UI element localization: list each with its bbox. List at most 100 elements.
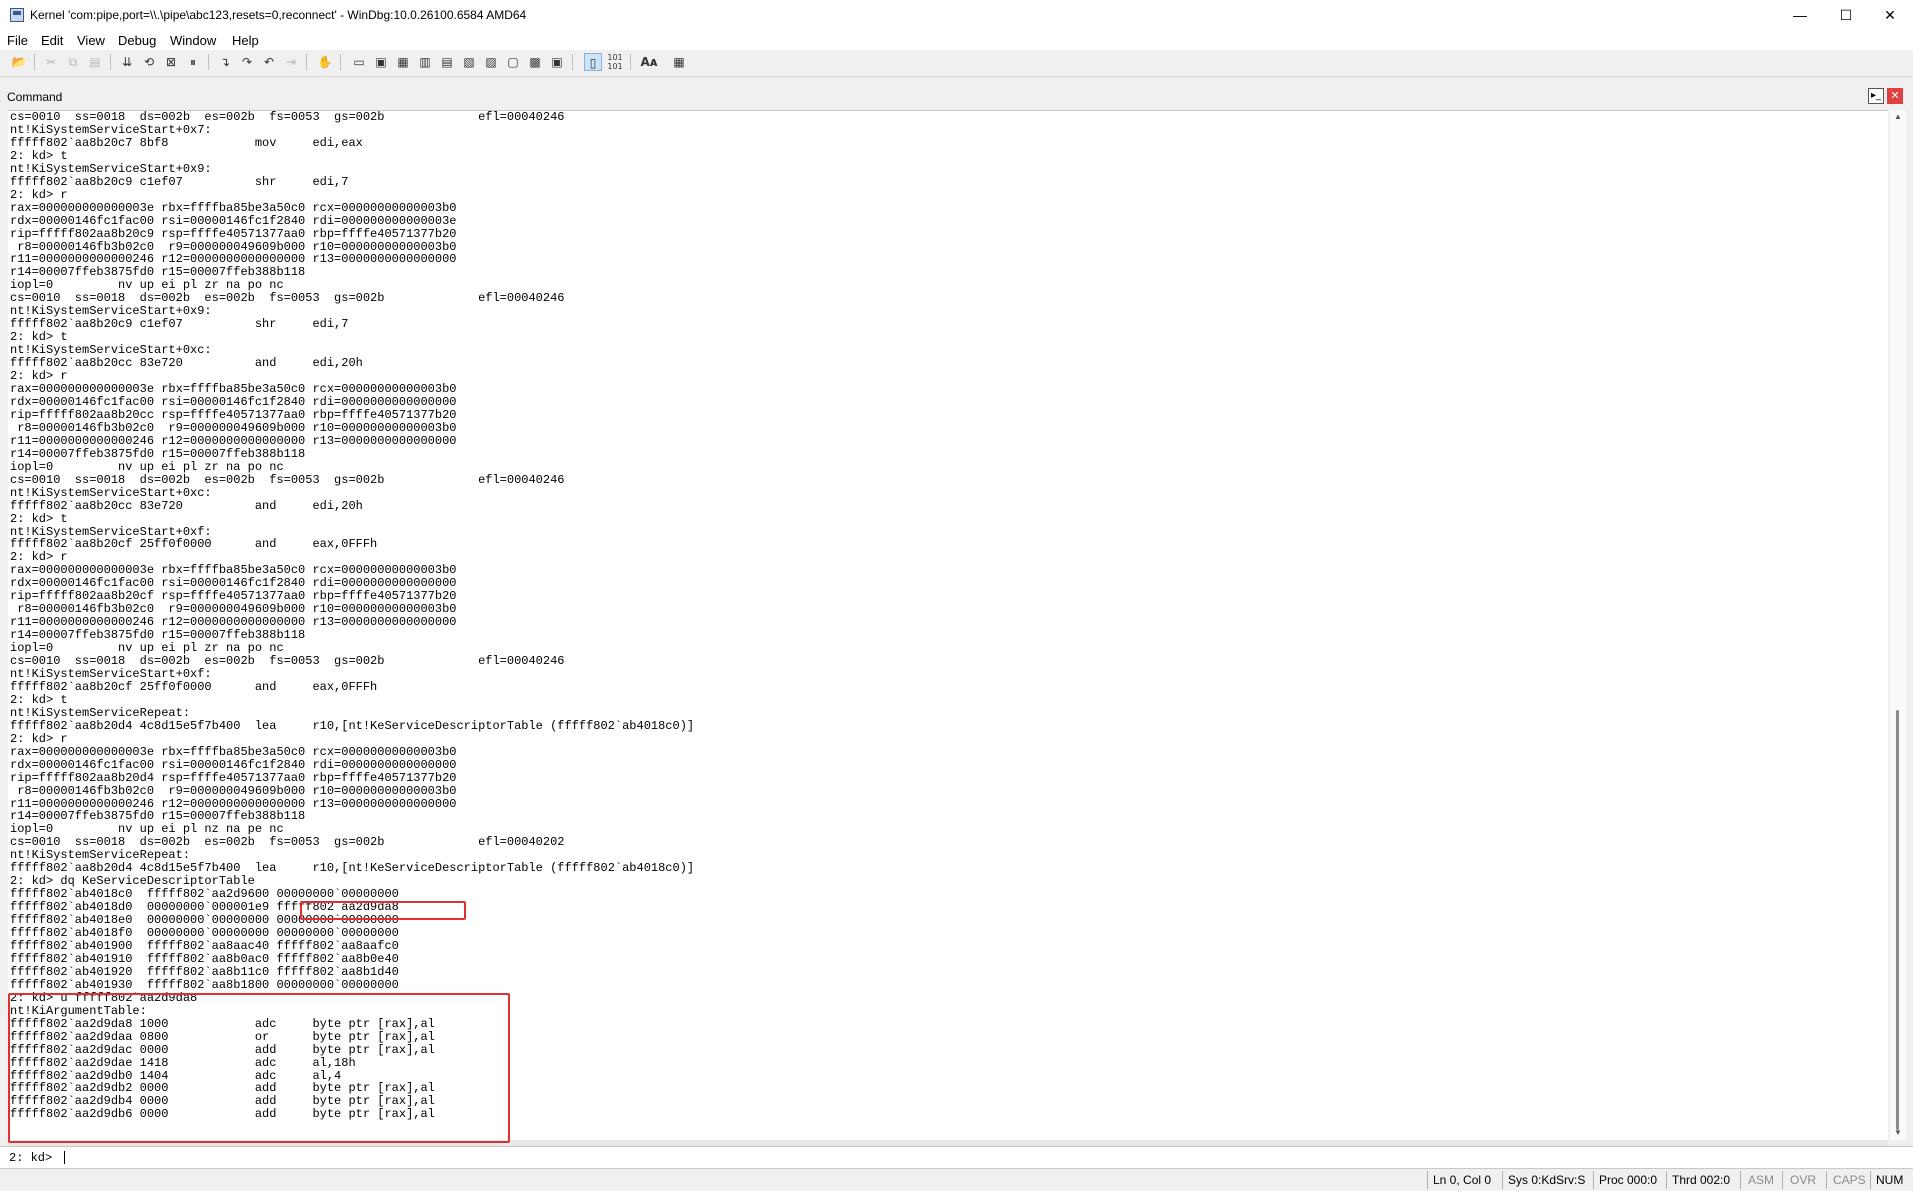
output-line: nt!KiSystemServiceStart+0xc:: [10, 485, 212, 500]
close-button[interactable]: ✕: [1867, 0, 1913, 30]
output-line: cs=0010 ss=0018 ds=002b es=002b fs=0053 …: [10, 110, 565, 124]
hand-icon[interactable]: ✋: [316, 53, 334, 71]
step-out-icon[interactable]: ↶: [260, 53, 278, 71]
output-line: fffff802`aa8b20c9 c1ef07 shr edi,7: [10, 317, 349, 332]
output-line: fffff802`aa8b20cf 25ff0f0000 and eax,0FF…: [10, 679, 378, 694]
status-separator: [1593, 1171, 1594, 1189]
menu-edit[interactable]: Edit: [41, 33, 63, 48]
command-window-close-icon[interactable]: ✕: [1887, 88, 1903, 104]
status-num: NUM: [1876, 1173, 1904, 1187]
open-folder-icon[interactable]: 📂: [10, 53, 28, 71]
text-caret: [64, 1151, 65, 1164]
processes-threads-icon[interactable]: ▩: [526, 53, 544, 71]
status-bar: Ln 0, Col 0 Sys 0:KdSrv:S Proc 000:0 Thr…: [0, 1168, 1913, 1191]
output-line: r14=00007ffeb3875fd0 r15=00007ffeb388b11…: [10, 809, 306, 824]
break-icon[interactable]: ⏸: [184, 53, 202, 71]
run-to-cursor-icon[interactable]: ⇥: [282, 53, 300, 71]
locals-window-icon[interactable]: ▦: [394, 53, 412, 71]
menu-help[interactable]: Help: [232, 33, 259, 48]
paste-icon[interactable]: ▤: [86, 53, 104, 71]
hex-display-icon[interactable]: 101 101: [606, 53, 624, 71]
toolbar-separator: [208, 54, 209, 70]
scroll-down-icon[interactable]: ▼: [1890, 1126, 1906, 1140]
output-line: fffff802`aa8b20c9 c1ef07 shr edi,7: [10, 174, 349, 189]
status-separator: [1782, 1171, 1783, 1189]
output-line: fffff802`ab401900 fffff802`aa8aac40 ffff…: [10, 939, 399, 953]
command-output[interactable]: cs=0010 ss=0018 ds=002b es=002b fs=0053 …: [8, 110, 1888, 1141]
status-separator: [1666, 1171, 1667, 1189]
cut-icon[interactable]: ✂: [42, 53, 60, 71]
step-into-icon[interactable]: ↴: [216, 53, 234, 71]
scroll-up-icon[interactable]: ▲: [1890, 110, 1906, 124]
toolbar-separator: [306, 54, 307, 70]
output-line: iopl=0 nv up ei pl zr na po nc: [10, 459, 284, 474]
stop-debugging-icon[interactable]: ⊠: [162, 53, 180, 71]
output-line: rax=000000000000003e rbx=ffffba85be3a50c…: [10, 744, 457, 759]
title-bar: Kernel 'com:pipe,port=\\.\pipe\abc123,re…: [0, 0, 1913, 30]
status-separator: [1427, 1171, 1428, 1189]
status-separator: [1740, 1171, 1741, 1189]
output-line: cs=0010 ss=0018 ds=002b es=002b fs=0053 …: [10, 654, 565, 669]
status-thrd: Thrd 002:0: [1672, 1173, 1731, 1187]
memory-window-icon[interactable]: ▤: [438, 53, 456, 71]
menu-bar: File Edit View Debug Window Help: [0, 30, 1913, 50]
output-line: nt!KiSystemServiceRepeat:: [10, 848, 191, 863]
step-over-icon[interactable]: ↷: [238, 53, 256, 71]
output-line: rdx=00000146fc1fac00 rsi=00000146fc1f284…: [10, 757, 457, 772]
highlight-unassemble-output: [8, 993, 510, 1143]
output-line: fffff802`aa8b20d4 4c8d15e5f7b400 lea r10…: [10, 861, 695, 876]
output-line: r8=00000146fb3b02c0 r9=000000049609b000 …: [10, 783, 457, 798]
output-line: iopl=0 nv up ei pl nz na pe nc: [10, 822, 284, 837]
output-line: r8=00000146fb3b02c0 r9=000000049609b000 …: [10, 239, 457, 254]
output-line: r11=0000000000000246 r12=000000000000000…: [10, 615, 457, 630]
vertical-scrollbar[interactable]: ▲ ▼: [1890, 110, 1906, 1140]
output-line: nt!KiSystemServiceRepeat:: [10, 705, 191, 720]
menu-file[interactable]: File: [7, 33, 28, 48]
menu-view[interactable]: View: [77, 33, 105, 48]
output-line: 2: kd> t: [10, 330, 68, 345]
minimize-button[interactable]: —: [1777, 0, 1823, 30]
window-title: Kernel 'com:pipe,port=\\.\pipe\abc123,re…: [30, 8, 527, 22]
command-window-menu-icon[interactable]: ▸_: [1868, 88, 1884, 104]
command-input[interactable]: [62, 1149, 1862, 1167]
output-line: fffff802`ab4018c0 fffff802`aa2d9600 0000…: [10, 887, 399, 902]
disassembly-icon[interactable]: ▨: [482, 53, 500, 71]
output-line: fffff802`ab4018f0 00000000`00000000 0000…: [10, 926, 399, 941]
scratch-pad-icon[interactable]: ▢: [504, 53, 522, 71]
output-line: fffff802`ab401910 fffff802`aa8b0ac0 ffff…: [10, 951, 399, 966]
output-line: rax=000000000000003e rbx=ffffba85be3a50c…: [10, 382, 457, 397]
source-mode-icon[interactable]: ▯: [584, 53, 602, 71]
menu-debug[interactable]: Debug: [118, 33, 156, 48]
output-line: rdx=00000146fc1fac00 rsi=00000146fc1f284…: [10, 394, 457, 409]
options-window-icon[interactable]: ▣: [548, 53, 566, 71]
highlight-argument-table-address: [300, 901, 466, 920]
output-line: iopl=0 nv up ei pl zr na po nc: [10, 278, 284, 293]
status-separator: [1870, 1171, 1871, 1189]
output-line: nt!KiSystemServiceStart+0x7:: [10, 122, 212, 137]
watch-window-icon[interactable]: ▣: [372, 53, 390, 71]
restart-icon[interactable]: ⟲: [140, 53, 158, 71]
registers-window-icon[interactable]: ▥: [416, 53, 434, 71]
command-window-icon[interactable]: ▭: [350, 53, 368, 71]
output-line: cs=0010 ss=0018 ds=002b es=002b fs=0053 …: [10, 291, 565, 306]
go-icon[interactable]: ⇊: [118, 53, 136, 71]
output-line: 2: kd> r: [10, 369, 68, 384]
output-line: fffff802`aa8b20cc 83e720 and edi,20h: [10, 356, 363, 371]
output-line: r8=00000146fb3b02c0 r9=000000049609b000 …: [10, 602, 457, 617]
options-icon[interactable]: ▦: [670, 53, 688, 71]
scrollbar-thumb[interactable]: [1896, 710, 1899, 1130]
output-line: rip=fffff802aa8b20d4 rsp=ffffe40571377aa…: [10, 770, 457, 785]
output-line: fffff802`aa8b20cf 25ff0f0000 and eax,0FF…: [10, 537, 378, 552]
font-icon[interactable]: Aᴀ: [640, 53, 658, 71]
output-line: r14=00007ffeb3875fd0 r15=00007ffeb388b11…: [10, 265, 306, 280]
output-line: rip=fffff802aa8b20cc rsp=ffffe40571377aa…: [10, 407, 457, 422]
output-line: rip=fffff802aa8b20cf rsp=ffffe40571377aa…: [10, 589, 457, 604]
call-stack-icon[interactable]: ▧: [460, 53, 478, 71]
output-line: fffff802`ab401920 fffff802`aa8b11c0 ffff…: [10, 964, 399, 979]
copy-icon[interactable]: ⧉: [64, 53, 82, 71]
maximize-button[interactable]: ☐: [1823, 0, 1869, 30]
output-line: 2: kd> r: [10, 550, 68, 565]
toolbar: 📂 ✂ ⧉ ▤ ⇊ ⟲ ⊠ ⏸ ↴ ↷ ↶ ⇥ ✋ ▭ ▣ ▦ ▥ ▤ ▧ ▨ …: [0, 50, 1913, 77]
status-caps: CAPS: [1833, 1173, 1866, 1187]
menu-window[interactable]: Window: [170, 33, 216, 48]
